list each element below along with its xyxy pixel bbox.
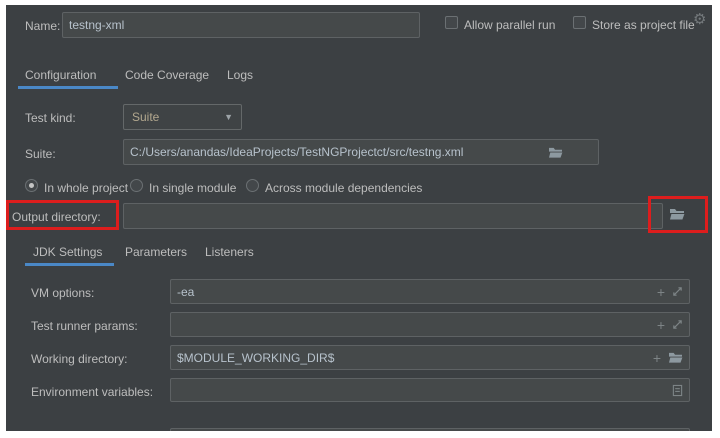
store-project-label: Store as project file bbox=[592, 18, 695, 32]
test-kind-label: Test kind: bbox=[25, 111, 76, 125]
vm-options-field[interactable]: + bbox=[170, 279, 690, 304]
test-runner-field[interactable]: + bbox=[170, 312, 690, 337]
gear-icon[interactable]: ⚙ bbox=[693, 11, 706, 27]
tab-logs[interactable]: Logs bbox=[227, 68, 253, 82]
store-project-checkbox[interactable] bbox=[573, 16, 586, 29]
suite-label: Suite: bbox=[25, 147, 56, 161]
tab-parameters[interactable]: Parameters bbox=[125, 245, 187, 259]
expand-icon[interactable] bbox=[672, 319, 683, 330]
output-dir-label: Output directory: bbox=[12, 210, 101, 224]
folder-icon[interactable] bbox=[668, 351, 683, 364]
radio-across-modules-label: Across module dependencies bbox=[265, 181, 422, 195]
run-configuration-dialog: Name: Allow parallel run Store as projec… bbox=[6, 5, 712, 431]
output-dir-field[interactable] bbox=[123, 203, 663, 229]
output-dir-input[interactable] bbox=[130, 209, 656, 223]
vm-options-input[interactable] bbox=[177, 285, 650, 299]
screenshot-root: { "header": { "name_label": "Name:", "na… bbox=[0, 0, 720, 438]
radio-single-module-label: In single module bbox=[149, 181, 236, 195]
tab-code-coverage[interactable]: Code Coverage bbox=[125, 68, 209, 82]
allow-parallel-checkbox[interactable] bbox=[445, 16, 458, 29]
folder-icon[interactable] bbox=[548, 146, 563, 159]
working-dir-field[interactable]: + bbox=[170, 345, 690, 370]
vm-options-label: VM options: bbox=[31, 286, 94, 300]
suite-path-input[interactable] bbox=[130, 145, 541, 159]
radio-across-modules[interactable] bbox=[246, 179, 259, 192]
plus-icon[interactable]: + bbox=[653, 352, 661, 364]
plus-icon[interactable]: + bbox=[657, 286, 665, 298]
plus-icon[interactable]: + bbox=[657, 319, 665, 331]
name-input[interactable] bbox=[69, 18, 413, 32]
suite-field[interactable] bbox=[123, 139, 599, 165]
active-tab-underline bbox=[18, 86, 118, 89]
allow-parallel-label: Allow parallel run bbox=[464, 18, 555, 32]
working-dir-input[interactable] bbox=[177, 351, 646, 365]
name-field[interactable] bbox=[62, 12, 420, 38]
chevron-down-icon: ▼ bbox=[224, 112, 233, 122]
tab-configuration[interactable]: Configuration bbox=[25, 68, 96, 82]
name-label: Name: bbox=[25, 19, 60, 33]
expand-icon[interactable] bbox=[672, 286, 683, 297]
radio-whole-project-label: In whole project bbox=[44, 181, 128, 195]
env-vars-input[interactable] bbox=[177, 383, 665, 397]
working-dir-label: Working directory: bbox=[31, 352, 127, 366]
radio-whole-project[interactable] bbox=[25, 179, 38, 192]
output-dir-folder-icon[interactable] bbox=[669, 207, 685, 221]
radio-single-module[interactable] bbox=[130, 179, 143, 192]
tab-jdk-settings[interactable]: JDK Settings bbox=[33, 245, 102, 259]
browse-variables-icon[interactable] bbox=[672, 384, 683, 397]
env-vars-label: Environment variables: bbox=[31, 385, 153, 399]
test-runner-input[interactable] bbox=[177, 318, 650, 332]
partial-bottom-field[interactable] bbox=[170, 428, 690, 431]
test-runner-label: Test runner params: bbox=[31, 319, 138, 333]
env-vars-field[interactable] bbox=[170, 378, 690, 402]
test-kind-dropdown[interactable]: Suite ▼ bbox=[123, 104, 242, 130]
active-subtab-underline bbox=[25, 263, 114, 266]
test-kind-value: Suite bbox=[132, 110, 159, 124]
tab-listeners[interactable]: Listeners bbox=[205, 245, 254, 259]
